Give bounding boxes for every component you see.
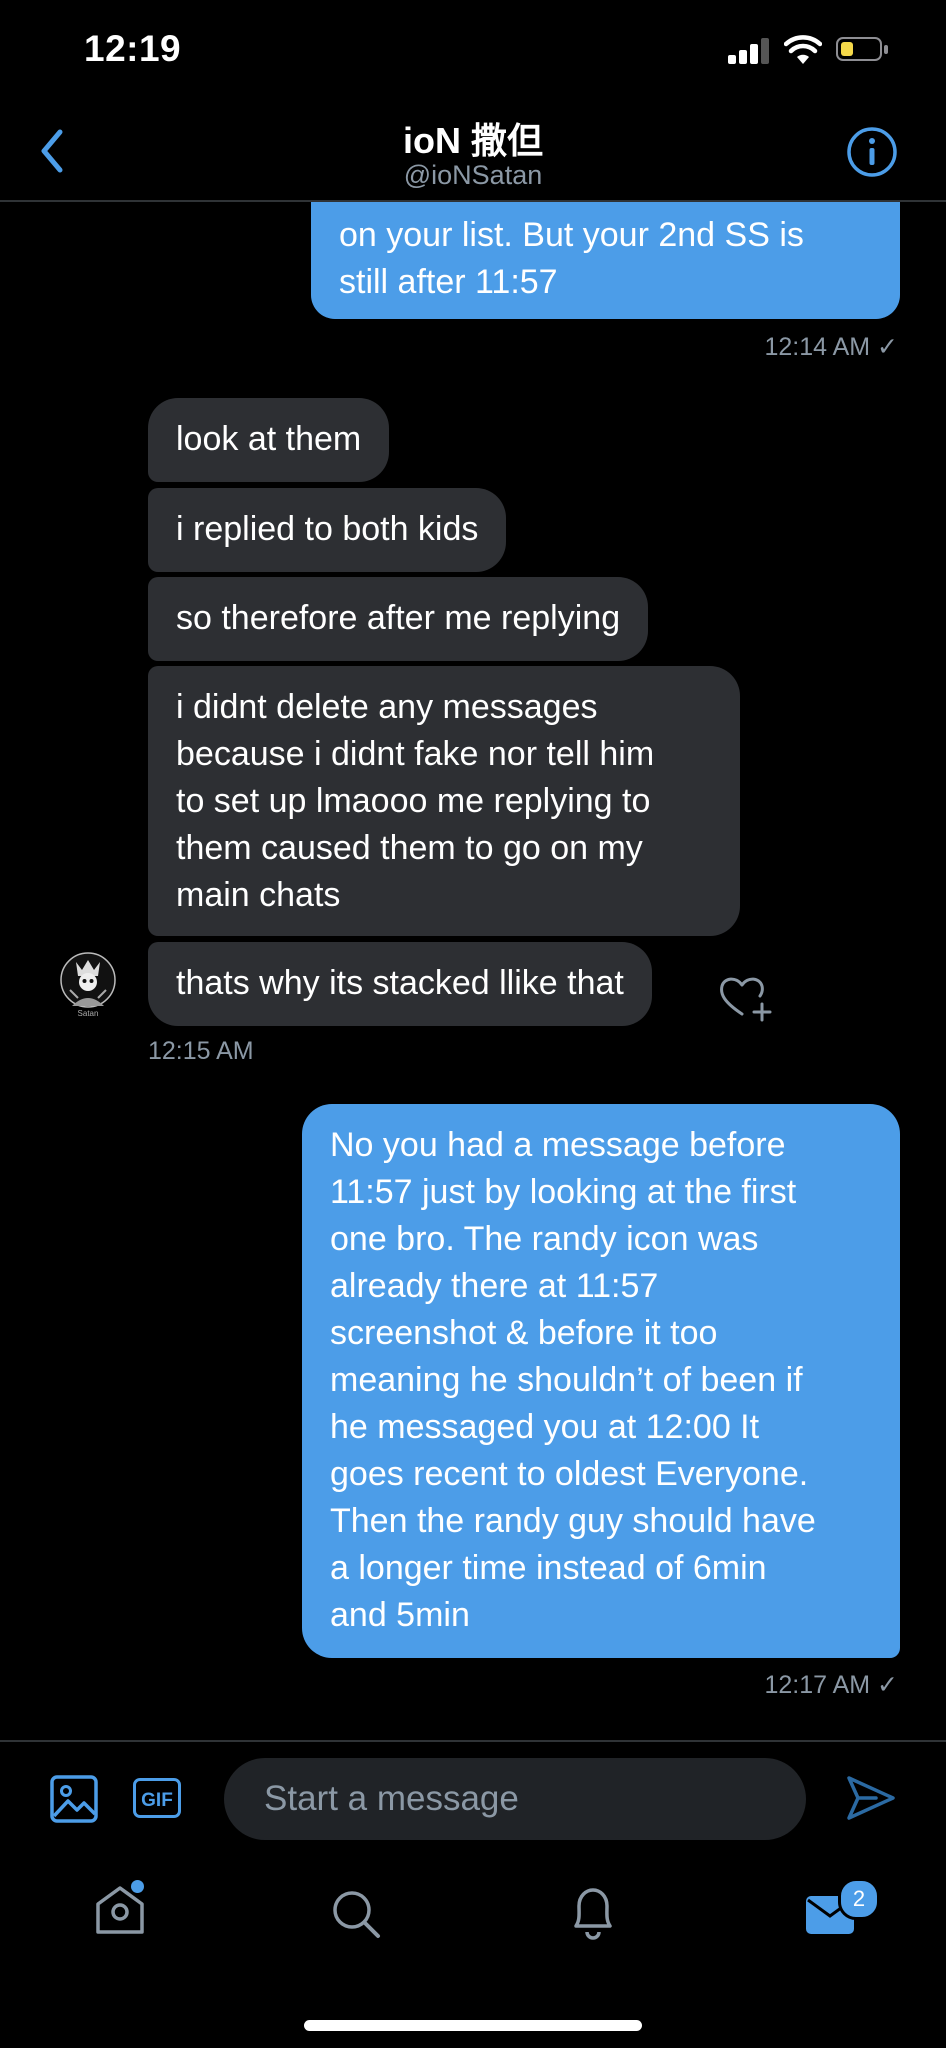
home-indicator[interactable]: [304, 2020, 642, 2031]
signal-icon: [728, 38, 770, 64]
message-line: and 5min: [330, 1596, 470, 1634]
message-text: thats why its stacked llike that: [176, 964, 624, 1002]
avatar[interactable]: Satan: [56, 950, 120, 1020]
message-line: them caused them to go on my: [176, 829, 643, 867]
message-line: goes recent to oldest Everyone.: [330, 1455, 809, 1493]
message-timestamp: 12:17 AM ✓: [764, 1671, 898, 1699]
message-line: still after 11:57: [339, 263, 558, 301]
message-line: he messaged you at 12:00 It: [330, 1408, 760, 1446]
message-line: on your list. But your 2nd SS is: [339, 216, 804, 254]
message-timestamp: 12:14 AM ✓: [764, 333, 898, 361]
message-text: look at them: [176, 420, 362, 458]
message-input-placeholder: Start a message: [264, 1779, 519, 1818]
compose-divider: [0, 1740, 946, 1742]
message-line: because i didnt fake nor tell him: [176, 735, 655, 773]
message-line: to set up lmaooo me replying to: [176, 782, 651, 820]
messages-badge: 2: [838, 1878, 880, 1920]
message-line: i didnt delete any messages: [176, 688, 598, 726]
outgoing-message[interactable]: No you had a message before 11:57 just b…: [302, 1104, 900, 1658]
message-line: already there at 11:57: [330, 1267, 659, 1305]
home-notification-dot: [131, 1880, 144, 1893]
message-line: Then the randy guy should have: [330, 1502, 816, 1540]
message-line: meaning he shouldn’t of been if: [330, 1361, 803, 1399]
incoming-message[interactable]: i replied to both kids: [148, 488, 507, 572]
send-icon[interactable]: [846, 1774, 896, 1822]
message-line: one bro. The randy icon was: [330, 1220, 759, 1258]
message-text: so therefore after me replying: [176, 599, 621, 637]
message-text: i replied to both kids: [176, 510, 479, 548]
incoming-message[interactable]: look at them: [148, 398, 390, 482]
conversation-handle: @ioNSatan: [403, 160, 543, 190]
message-line: main chats: [176, 876, 341, 914]
message-line: a longer time instead of 6min: [330, 1549, 767, 1587]
search-icon[interactable]: [330, 1888, 382, 1940]
wifi-icon: [784, 35, 822, 64]
message-line: 11:57 just by looking at the first: [330, 1173, 797, 1211]
gif-icon[interactable]: GIF: [133, 1778, 181, 1818]
bell-icon[interactable]: [568, 1884, 618, 1940]
status-time: 12:19: [84, 28, 182, 69]
conversation-title: ioN 撒但: [403, 120, 543, 161]
battery-icon: [836, 37, 888, 63]
incoming-message[interactable]: so therefore after me replying: [148, 577, 649, 661]
outgoing-message[interactable]: on your list. But your 2nd SS is still a…: [311, 202, 900, 319]
info-icon[interactable]: [846, 126, 898, 178]
avatar-caption: Satan: [77, 1009, 99, 1018]
avatar-figure-icon: [60, 952, 116, 1008]
message-line: screenshot & before it too: [330, 1314, 718, 1352]
message-timestamp: 12:15 AM: [148, 1037, 254, 1065]
like-heart-icon[interactable]: [718, 974, 774, 1022]
incoming-message[interactable]: thats why its stacked llike that: [148, 942, 652, 1026]
incoming-message[interactable]: i didnt delete any messages because i di…: [148, 666, 740, 936]
image-icon[interactable]: [49, 1774, 99, 1824]
message-line: No you had a message before: [330, 1126, 786, 1164]
